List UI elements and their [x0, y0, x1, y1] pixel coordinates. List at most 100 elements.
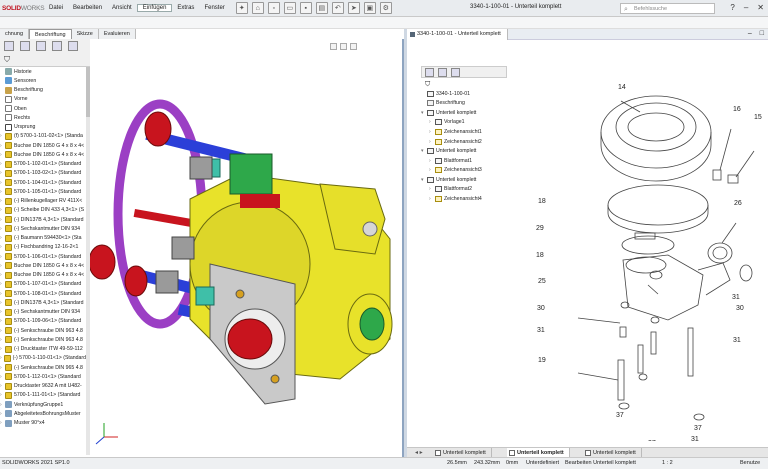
new-icon[interactable]: ▫: [267, 2, 280, 14]
balloon-label[interactable]: 14: [618, 84, 626, 91]
tab-skizze[interactable]: Skizze: [71, 29, 99, 39]
feature-tree-item[interactable]: › (-) Baumann 594430<1> (Sta: [0, 234, 86, 243]
feature-tree-item[interactable]: › 5700-1-105-01<1> (Standard: [0, 187, 86, 196]
tab-evaluieren[interactable]: Evaluieren: [98, 29, 136, 39]
feature-tree-item[interactable]: › Drucktaster 9632 A mit U482-: [0, 382, 86, 391]
feature-tree-item[interactable]: › 5700-1-102-01<1> (Standard: [0, 160, 86, 169]
drawing-tree-item[interactable]: › Blattformat1: [421, 156, 507, 166]
tab-zeichnung[interactable]: chnung: [0, 29, 30, 39]
menu-fenster[interactable]: Fenster: [199, 5, 229, 11]
feature-tree-item[interactable]: › (-) Drucktaster ITW 49-59-112: [0, 345, 86, 354]
feature-tree-item[interactable]: › (-) Senkschraube DIN 963 4.8: [0, 326, 86, 335]
feature-tree-item[interactable]: Oben: [0, 104, 86, 113]
display-tab-icon[interactable]: [68, 41, 78, 51]
drawing-tree-item[interactable]: › Zeichenansicht4: [421, 194, 507, 204]
feature-tree-item[interactable]: › 5700-1-104-01<1> (Standard: [0, 178, 86, 187]
feature-tree-item[interactable]: › 5700-1-109-06<1> (Standard: [0, 317, 86, 326]
feature-tree-item[interactable]: › 5700-1-107-01<1> (Standard: [0, 280, 86, 289]
balloon-label[interactable]: 19: [538, 357, 546, 364]
rebuild-icon[interactable]: ▣: [363, 2, 376, 14]
feature-tree-item[interactable]: › 5700-1-106-01<1> (Standard: [0, 252, 86, 261]
feature-tree-item[interactable]: › 5700-1-112-01<1> (Standard: [0, 372, 86, 381]
filter-icon[interactable]: ⛉: [425, 81, 430, 89]
feature-tree-item[interactable]: Historie: [0, 67, 86, 76]
balloon-label[interactable]: 37: [694, 425, 702, 432]
help-icon[interactable]: ?: [730, 3, 734, 12]
drawing-tree-item[interactable]: › Blattformat2: [421, 184, 507, 194]
feature-tree-item[interactable]: › (f) 5700-1-101-02<1> (Standa: [0, 132, 86, 141]
balloon-label[interactable]: 30: [537, 305, 545, 312]
feature-tree-item[interactable]: › (-) Scheibe DIN 433 4,3<1> (S: [0, 206, 86, 215]
menu-bearbeiten[interactable]: Bearbeiten: [68, 5, 107, 11]
maximize-icon[interactable]: □: [760, 30, 764, 37]
feature-tree-item[interactable]: › Buchse DIN 1850 G 4 x 8 x 4<: [0, 271, 86, 280]
balloon-label[interactable]: 31: [691, 436, 699, 443]
balloon-label[interactable]: 31: [537, 327, 545, 334]
feature-tree-tab-icon[interactable]: [425, 68, 434, 77]
property-tab-icon[interactable]: [20, 41, 30, 51]
undo-icon[interactable]: ↶: [331, 2, 344, 14]
feature-tree-item[interactable]: › 5700-1-111-01<1> (Standard: [0, 391, 86, 400]
feature-tree-item[interactable]: Beschriftung: [0, 86, 86, 95]
drawing-document-tab[interactable]: 3340-1-100-01 - Unterteil komplett: [407, 29, 508, 40]
status-user[interactable]: Benutze: [740, 458, 760, 469]
open-icon[interactable]: ▭: [283, 2, 296, 14]
feature-tree-item[interactable]: › (-) DIN137B 4,3<1> (Standard: [0, 298, 86, 307]
balloon-label[interactable]: 18: [536, 252, 544, 259]
property-tab-icon[interactable]: [438, 68, 447, 77]
feature-tree-item[interactable]: › VerknüpfungGruppe1: [0, 400, 86, 409]
feature-tree-item[interactable]: › (-) Fischbandring 12-16-2<1: [0, 243, 86, 252]
minimize-icon[interactable]: –: [748, 30, 752, 37]
status-scale[interactable]: 1 : 2: [662, 458, 673, 469]
tab-beschriftung[interactable]: Beschriftung: [29, 29, 72, 39]
drawing-tree-item[interactable]: › Zeichenansicht1: [421, 127, 507, 137]
save-icon[interactable]: ▪: [299, 2, 312, 14]
balloon-label[interactable]: 31: [732, 294, 740, 301]
balloon-label[interactable]: 26: [734, 200, 742, 207]
feature-tree-tab-icon[interactable]: [4, 41, 14, 51]
zoom-icon[interactable]: [330, 43, 337, 50]
menu-einfuegen[interactable]: Einfügen: [136, 4, 173, 12]
balloon-label[interactable]: 37: [616, 412, 624, 419]
balloon-label[interactable]: 37: [648, 440, 656, 447]
3d-viewport[interactable]: [88, 39, 402, 457]
select-icon[interactable]: ➤: [347, 2, 360, 14]
feature-tree-item[interactable]: › Buchse DIN 1850 G 4 x 8 x 4<: [0, 141, 86, 150]
feature-tree-item[interactable]: › Muster 90°x4: [0, 419, 86, 428]
drawing-tree-item[interactable]: Beschriftung: [421, 99, 507, 109]
command-search[interactable]: ⌕ Befehlssuche: [620, 3, 715, 14]
feature-tree-item[interactable]: Sensoren: [0, 76, 86, 85]
menu-datei[interactable]: Datei: [44, 5, 68, 11]
balloon-label[interactable]: 25: [538, 278, 546, 285]
feature-tree-item[interactable]: › (-) Senkschraube DIN 965 4.8: [0, 363, 86, 372]
menu-extras[interactable]: Extras: [172, 5, 199, 11]
display-style-icon[interactable]: [350, 43, 357, 50]
view-orientation-icon[interactable]: [340, 43, 347, 50]
feature-tree-item[interactable]: › (-) 5700-1-110-01<1> (Standard: [0, 354, 86, 363]
display-tab-icon[interactable]: [451, 68, 460, 77]
close-icon[interactable]: ✕: [757, 3, 764, 12]
home-icon[interactable]: ⌂: [251, 2, 264, 14]
drawing-tree-item[interactable]: 3340-1-100-01: [421, 89, 507, 99]
sheet-nav-arrows[interactable]: ◂ ▸: [415, 449, 423, 456]
feature-tree-item[interactable]: › Buchse DIN 1850 G 4 x 8 x 4<: [0, 150, 86, 159]
balloon-label[interactable]: 30: [736, 305, 744, 312]
feature-tree-item[interactable]: › 5700-1-103-02<1> (Standard: [0, 169, 86, 178]
feature-tree-item[interactable]: › AbgeleitetesBohrungsMuster: [0, 409, 86, 418]
feature-tree-item[interactable]: Rechts: [0, 113, 86, 122]
feature-tree-item[interactable]: › 5700-1-108-01<1> (Standard: [0, 289, 86, 298]
dimxpert-tab-icon[interactable]: [52, 41, 62, 51]
drawing-tree-item[interactable]: › Zeichenansicht3: [421, 165, 507, 175]
feature-tree-item[interactable]: › (-) Sechskantmutter DIN 934: [0, 224, 86, 233]
config-tab-icon[interactable]: [36, 41, 46, 51]
feature-tree-item[interactable]: › Buchse DIN 1850 G 4 x 8 x 4<: [0, 261, 86, 270]
feature-tree-item[interactable]: › (-) Senkschraube DIN 963 4.8: [0, 335, 86, 344]
feature-tree-item[interactable]: Vorne: [0, 95, 86, 104]
drawing-tree-item[interactable]: › Vorlage1: [421, 118, 507, 128]
minimize-icon[interactable]: –: [744, 3, 748, 12]
filter-icon[interactable]: ⛉: [4, 55, 10, 65]
balloon-label[interactable]: 18: [538, 198, 546, 205]
balloon-label[interactable]: 15: [754, 114, 762, 121]
balloon-label[interactable]: 29: [536, 225, 544, 232]
drawing-tree-item[interactable]: ▾ Unterteil komplett: [421, 175, 507, 185]
